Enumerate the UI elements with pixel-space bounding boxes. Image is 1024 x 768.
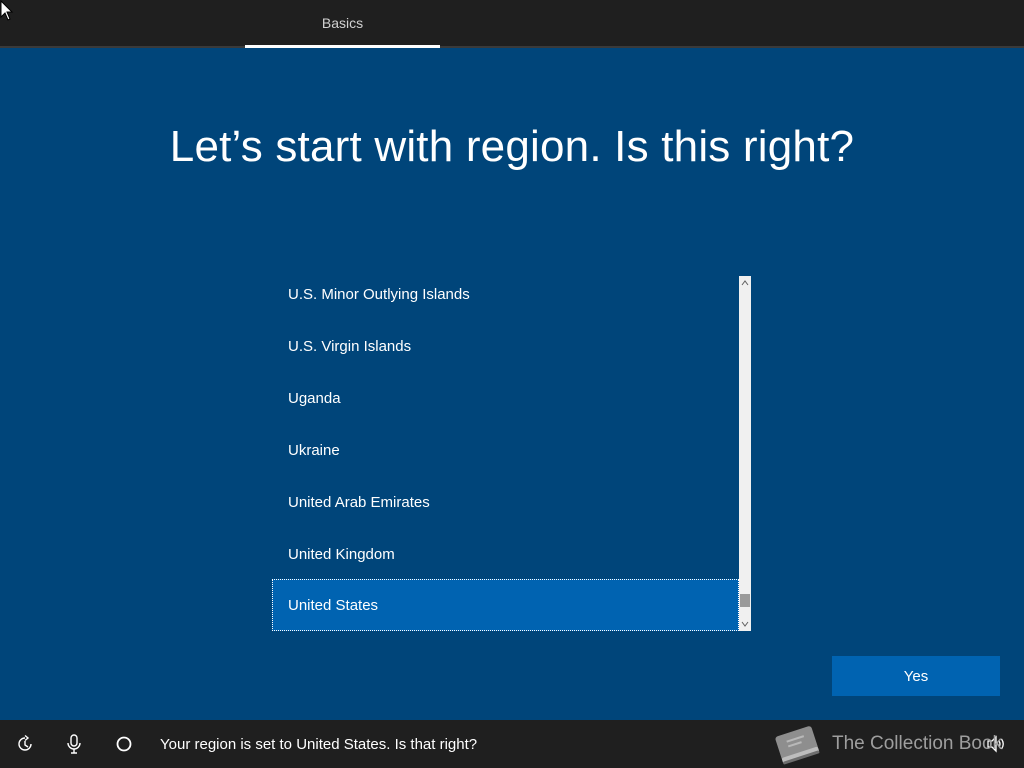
page-title: Let’s start with region. Is this right? xyxy=(169,122,855,171)
top-bar: Basics xyxy=(0,0,1024,48)
bottom-bar: Your region is set to United States. Is … xyxy=(0,720,1024,768)
microphone-icon[interactable] xyxy=(62,732,86,756)
ease-of-access-icon[interactable] xyxy=(13,732,37,756)
status-text: Your region is set to United States. Is … xyxy=(160,735,478,753)
list-item-us-minor-outlying-islands[interactable]: U.S. Minor Outlying Islands xyxy=(272,268,739,320)
list-item-uganda[interactable]: Uganda xyxy=(272,372,739,424)
mouse-cursor-icon xyxy=(0,0,14,21)
volume-icon[interactable] xyxy=(984,732,1008,756)
tab-active-indicator xyxy=(245,45,440,48)
yes-button[interactable]: Yes xyxy=(832,656,1000,696)
list-item-ukraine[interactable]: Ukraine xyxy=(272,424,739,476)
list-scrollbar[interactable] xyxy=(739,276,751,631)
tab-basics-label: Basics xyxy=(321,15,364,31)
list-item-us-virgin-islands[interactable]: U.S. Virgin Islands xyxy=(272,320,739,372)
cortana-icon[interactable] xyxy=(112,732,136,756)
region-list[interactable]: U.S. Minor Outlying Islands U.S. Virgin … xyxy=(272,276,752,631)
scrollbar-thumb[interactable] xyxy=(740,594,750,607)
list-item-united-kingdom[interactable]: United Kingdom xyxy=(272,528,739,580)
tab-basics: Basics xyxy=(245,0,440,46)
scroll-down-arrow-icon[interactable] xyxy=(739,617,751,631)
list-item-united-arab-emirates[interactable]: United Arab Emirates xyxy=(272,476,739,528)
list-item-united-states[interactable]: United States xyxy=(272,579,739,631)
scroll-up-arrow-icon[interactable] xyxy=(739,276,751,290)
